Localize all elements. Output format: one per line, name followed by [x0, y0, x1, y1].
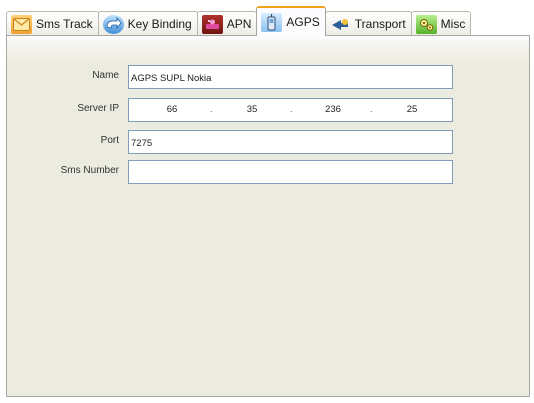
name-label: Name: [92, 70, 119, 81]
phone-antenna-icon: [261, 12, 283, 32]
keyboard-icon: [102, 14, 124, 34]
tab-label: Misc: [440, 17, 466, 31]
sms-number-label: Sms Number: [60, 165, 119, 176]
ip-octet-1[interactable]: 66: [152, 104, 192, 115]
tab-strip: Sms Track Key Binding APN AGPS Transport: [6, 6, 472, 36]
agps-panel: Name Server IP 66 . 35 . 236 . 25 Port S…: [6, 35, 530, 397]
transport-arrow-icon: [330, 15, 351, 34]
port-row: Port: [7, 130, 467, 154]
port-field[interactable]: [128, 130, 453, 154]
sms-number-row: Sms Number: [7, 160, 467, 184]
tab-agps[interactable]: AGPS: [256, 6, 326, 36]
tab-misc[interactable]: Misc: [410, 11, 472, 36]
server-ip-label: Server IP: [77, 103, 119, 114]
ip-octet-3[interactable]: 236: [313, 104, 353, 115]
name-field[interactable]: [128, 65, 453, 89]
envelope-icon: [11, 14, 32, 34]
name-row: Name: [7, 65, 467, 89]
tab-key-binding[interactable]: Key Binding: [97, 11, 198, 36]
port-label: Port: [100, 135, 119, 146]
sms-number-field[interactable]: [128, 160, 453, 184]
tab-label: Sms Track: [36, 17, 93, 31]
ip-separator: .: [290, 104, 293, 115]
server-ip-field[interactable]: 66 . 35 . 236 . 25: [128, 98, 453, 122]
settings-window: Sms Track Key Binding APN AGPS Transport: [0, 0, 534, 403]
tab-label: APN: [226, 17, 252, 31]
gears-icon: [415, 14, 437, 34]
apn-network-icon: [201, 14, 223, 34]
tab-sms-track[interactable]: Sms Track: [6, 11, 99, 36]
ip-separator: .: [370, 104, 373, 115]
tab-label: AGPS: [286, 15, 320, 29]
ip-octet-4[interactable]: 25: [392, 104, 432, 115]
tab-label: Transport: [354, 17, 406, 31]
tab-label: Key Binding: [127, 17, 192, 31]
tab-transport[interactable]: Transport: [324, 11, 412, 36]
ip-octet-2[interactable]: 35: [232, 104, 272, 115]
server-ip-row: Server IP 66 . 35 . 236 . 25: [7, 98, 467, 122]
ip-separator: .: [210, 104, 213, 115]
tab-apn[interactable]: APN: [196, 11, 258, 36]
